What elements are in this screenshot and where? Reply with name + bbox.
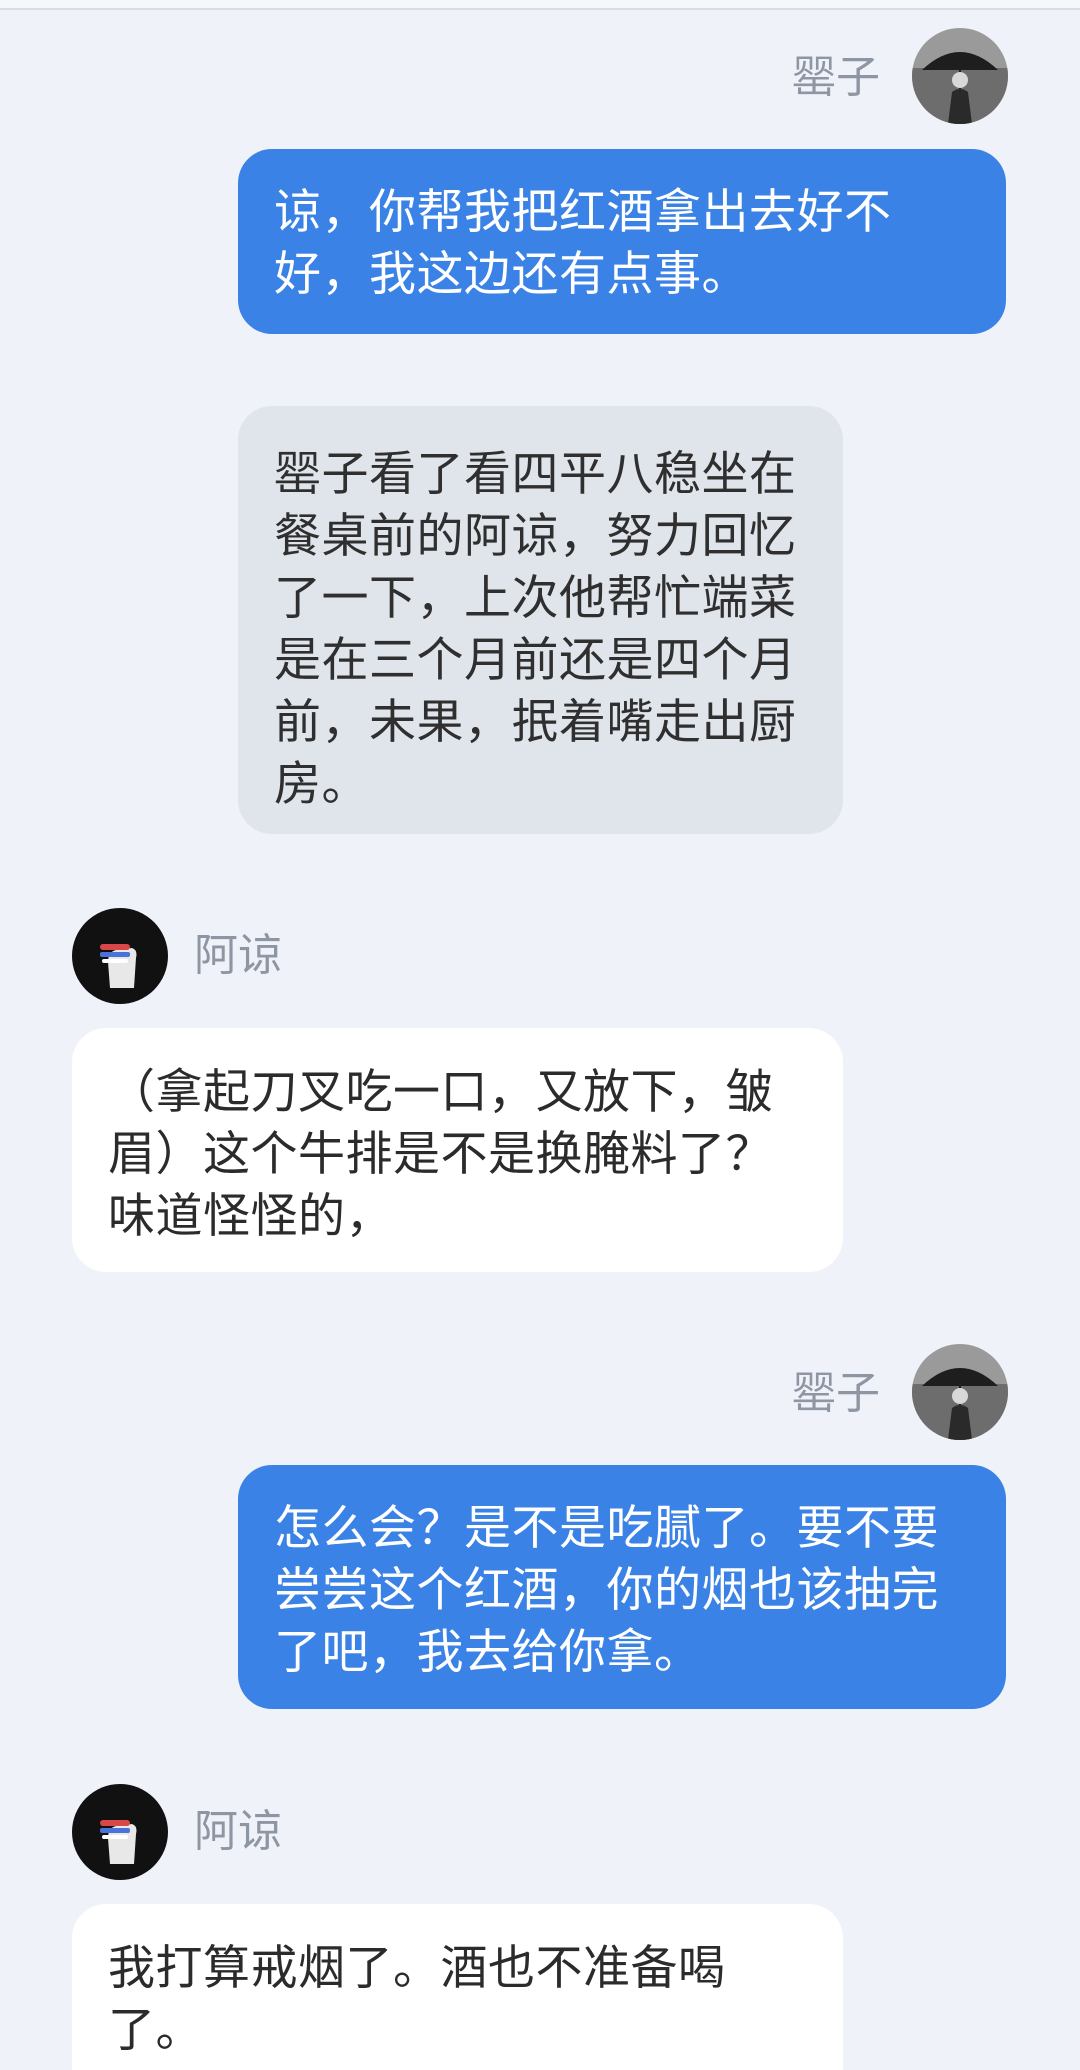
woman-with-umbrella-avatar-icon[interactable] [912,1344,1008,1440]
sender-name: 阿谅 [194,1806,282,1857]
message-bubble[interactable]: 我打算戒烟了。酒也不准备喝了。 [72,1904,843,2070]
woman-with-umbrella-avatar-icon[interactable] [912,28,1008,124]
message-bubble[interactable]: 谅，你帮我把红酒拿出去好不好，我这边还有点事。 [238,149,1006,334]
sender-name: 阿谅 [194,930,282,981]
sender-name: 罂子 [792,52,880,103]
narration-bubble[interactable]: 罂子看了看四平八稳坐在餐桌前的阿谅，努力回忆了一下，上次他帮忙端菜是在三个月前还… [238,406,843,834]
top-divider [0,0,1080,10]
message-bubble[interactable]: 怎么会？是不是吃腻了。要不要尝尝这个红酒，你的烟也该抽完了吧，我去给你拿。 [238,1465,1006,1709]
sender-name: 罂子 [792,1368,880,1419]
hand-holding-cigarette-avatar-icon[interactable] [72,908,168,1004]
message-bubble[interactable]: （拿起刀叉吃一口，又放下，皱眉）这个牛排是不是换腌料了？味道怪怪的， [72,1028,843,1272]
hand-holding-cigarette-avatar-icon[interactable] [72,1784,168,1880]
